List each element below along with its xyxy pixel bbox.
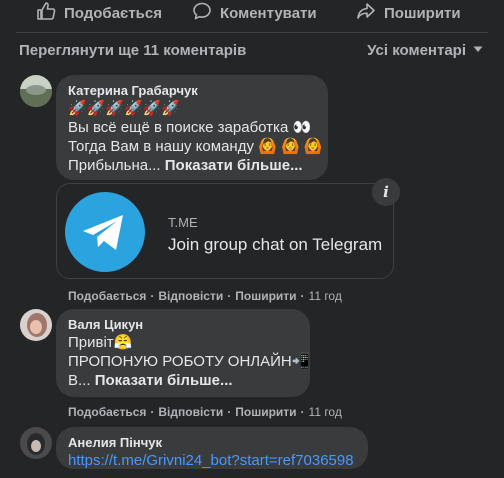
comment-reply-link[interactable]: Відповісти: [158, 405, 223, 419]
like-icon: [36, 1, 56, 25]
comment-label: Коментувати: [220, 4, 317, 22]
share-label: Поширити: [384, 4, 461, 22]
comment-like-link[interactable]: Подобається: [68, 289, 146, 303]
comment-time[interactable]: 11 год: [309, 289, 342, 303]
like-button[interactable]: Подобається: [36, 2, 162, 24]
comment-actions: Подобається · Відповісти · Поширити · 11 го…: [68, 289, 342, 303]
comment-text-line: Привіт😤: [68, 334, 133, 351]
telegram-logo-icon: [57, 184, 154, 278]
link-title: Join group chat on Telegram: [168, 235, 383, 254]
post-action-bar: Подобається Коментувати Поширити: [0, 0, 504, 26]
avatar[interactable]: [20, 427, 52, 459]
comment-text-line: ПРОПОНУЮ РОБОТУ ОНЛАЙН📲: [68, 353, 311, 370]
comment-author[interactable]: Катерина Грабарчук: [68, 82, 316, 99]
comment-text-truncated: В...: [68, 372, 95, 389]
comment-like-link[interactable]: Подобається: [68, 405, 146, 419]
comment-filter-label: Усі коментарі: [367, 42, 466, 59]
comment-icon: [192, 1, 212, 25]
comment-bubble: Анелия Пінчук https://t.me/Grivni24_bot?…: [56, 427, 368, 469]
like-label: Подобається: [64, 4, 162, 22]
comment-link[interactable]: https://t.me/Grivni24_bot?start=ref70365…: [68, 451, 356, 470]
share-icon: [356, 1, 376, 25]
info-icon[interactable]: i: [372, 178, 400, 206]
comment-actions: Подобається · Відповісти · Поширити · 11 го…: [68, 405, 342, 419]
view-more-comments-link[interactable]: Переглянути ще 11 коментарів: [19, 42, 246, 59]
share-button[interactable]: Поширити: [356, 2, 461, 24]
comment-bubble: Валя Цикун Привіт😤 ПРОПОНУЮ РОБОТУ ОНЛАЙ…: [56, 309, 310, 397]
avatar[interactable]: [20, 309, 52, 341]
comment-filter-dropdown[interactable]: Усі коментарі: [367, 42, 484, 59]
comment-share-link[interactable]: Поширити: [235, 405, 296, 419]
avatar[interactable]: [20, 75, 52, 107]
comment-text-truncated: Прибыльна...: [68, 157, 165, 174]
comment-text-line: 🚀🚀🚀🚀🚀🚀: [68, 100, 181, 117]
link-preview-card[interactable]: T.ME Join group chat on Telegram: [56, 183, 394, 279]
see-more-link[interactable]: Показати більше...: [95, 372, 233, 389]
comment-text-line: Тогда Вам в нашу команду 🙆 🙆 🙆: [68, 138, 323, 155]
comment-time[interactable]: 11 год: [309, 405, 342, 419]
comment-share-link[interactable]: Поширити: [235, 289, 296, 303]
scrollbar[interactable]: [500, 0, 504, 478]
comment-bubble: Катерина Грабарчук 🚀🚀🚀🚀🚀🚀 Вы всё ещё в п…: [56, 75, 328, 180]
see-more-link[interactable]: Показати більше...: [165, 157, 303, 174]
comment-text-line: Прибыльна... Показати більше...: [68, 156, 316, 175]
comment-text-line: Вы всё ещё в поиске заработка 👀: [68, 119, 312, 136]
comment-author[interactable]: Валя Цикун: [68, 316, 298, 333]
comment-author[interactable]: Анелия Пінчук: [68, 434, 356, 451]
link-domain: T.ME: [168, 215, 198, 230]
comment-text-line: В... Показати більше...: [68, 371, 298, 390]
comment-reply-link[interactable]: Відповісти: [158, 289, 223, 303]
chevron-down-icon: [472, 42, 484, 59]
divider: [16, 32, 488, 33]
comment-button[interactable]: Коментувати: [192, 2, 317, 24]
